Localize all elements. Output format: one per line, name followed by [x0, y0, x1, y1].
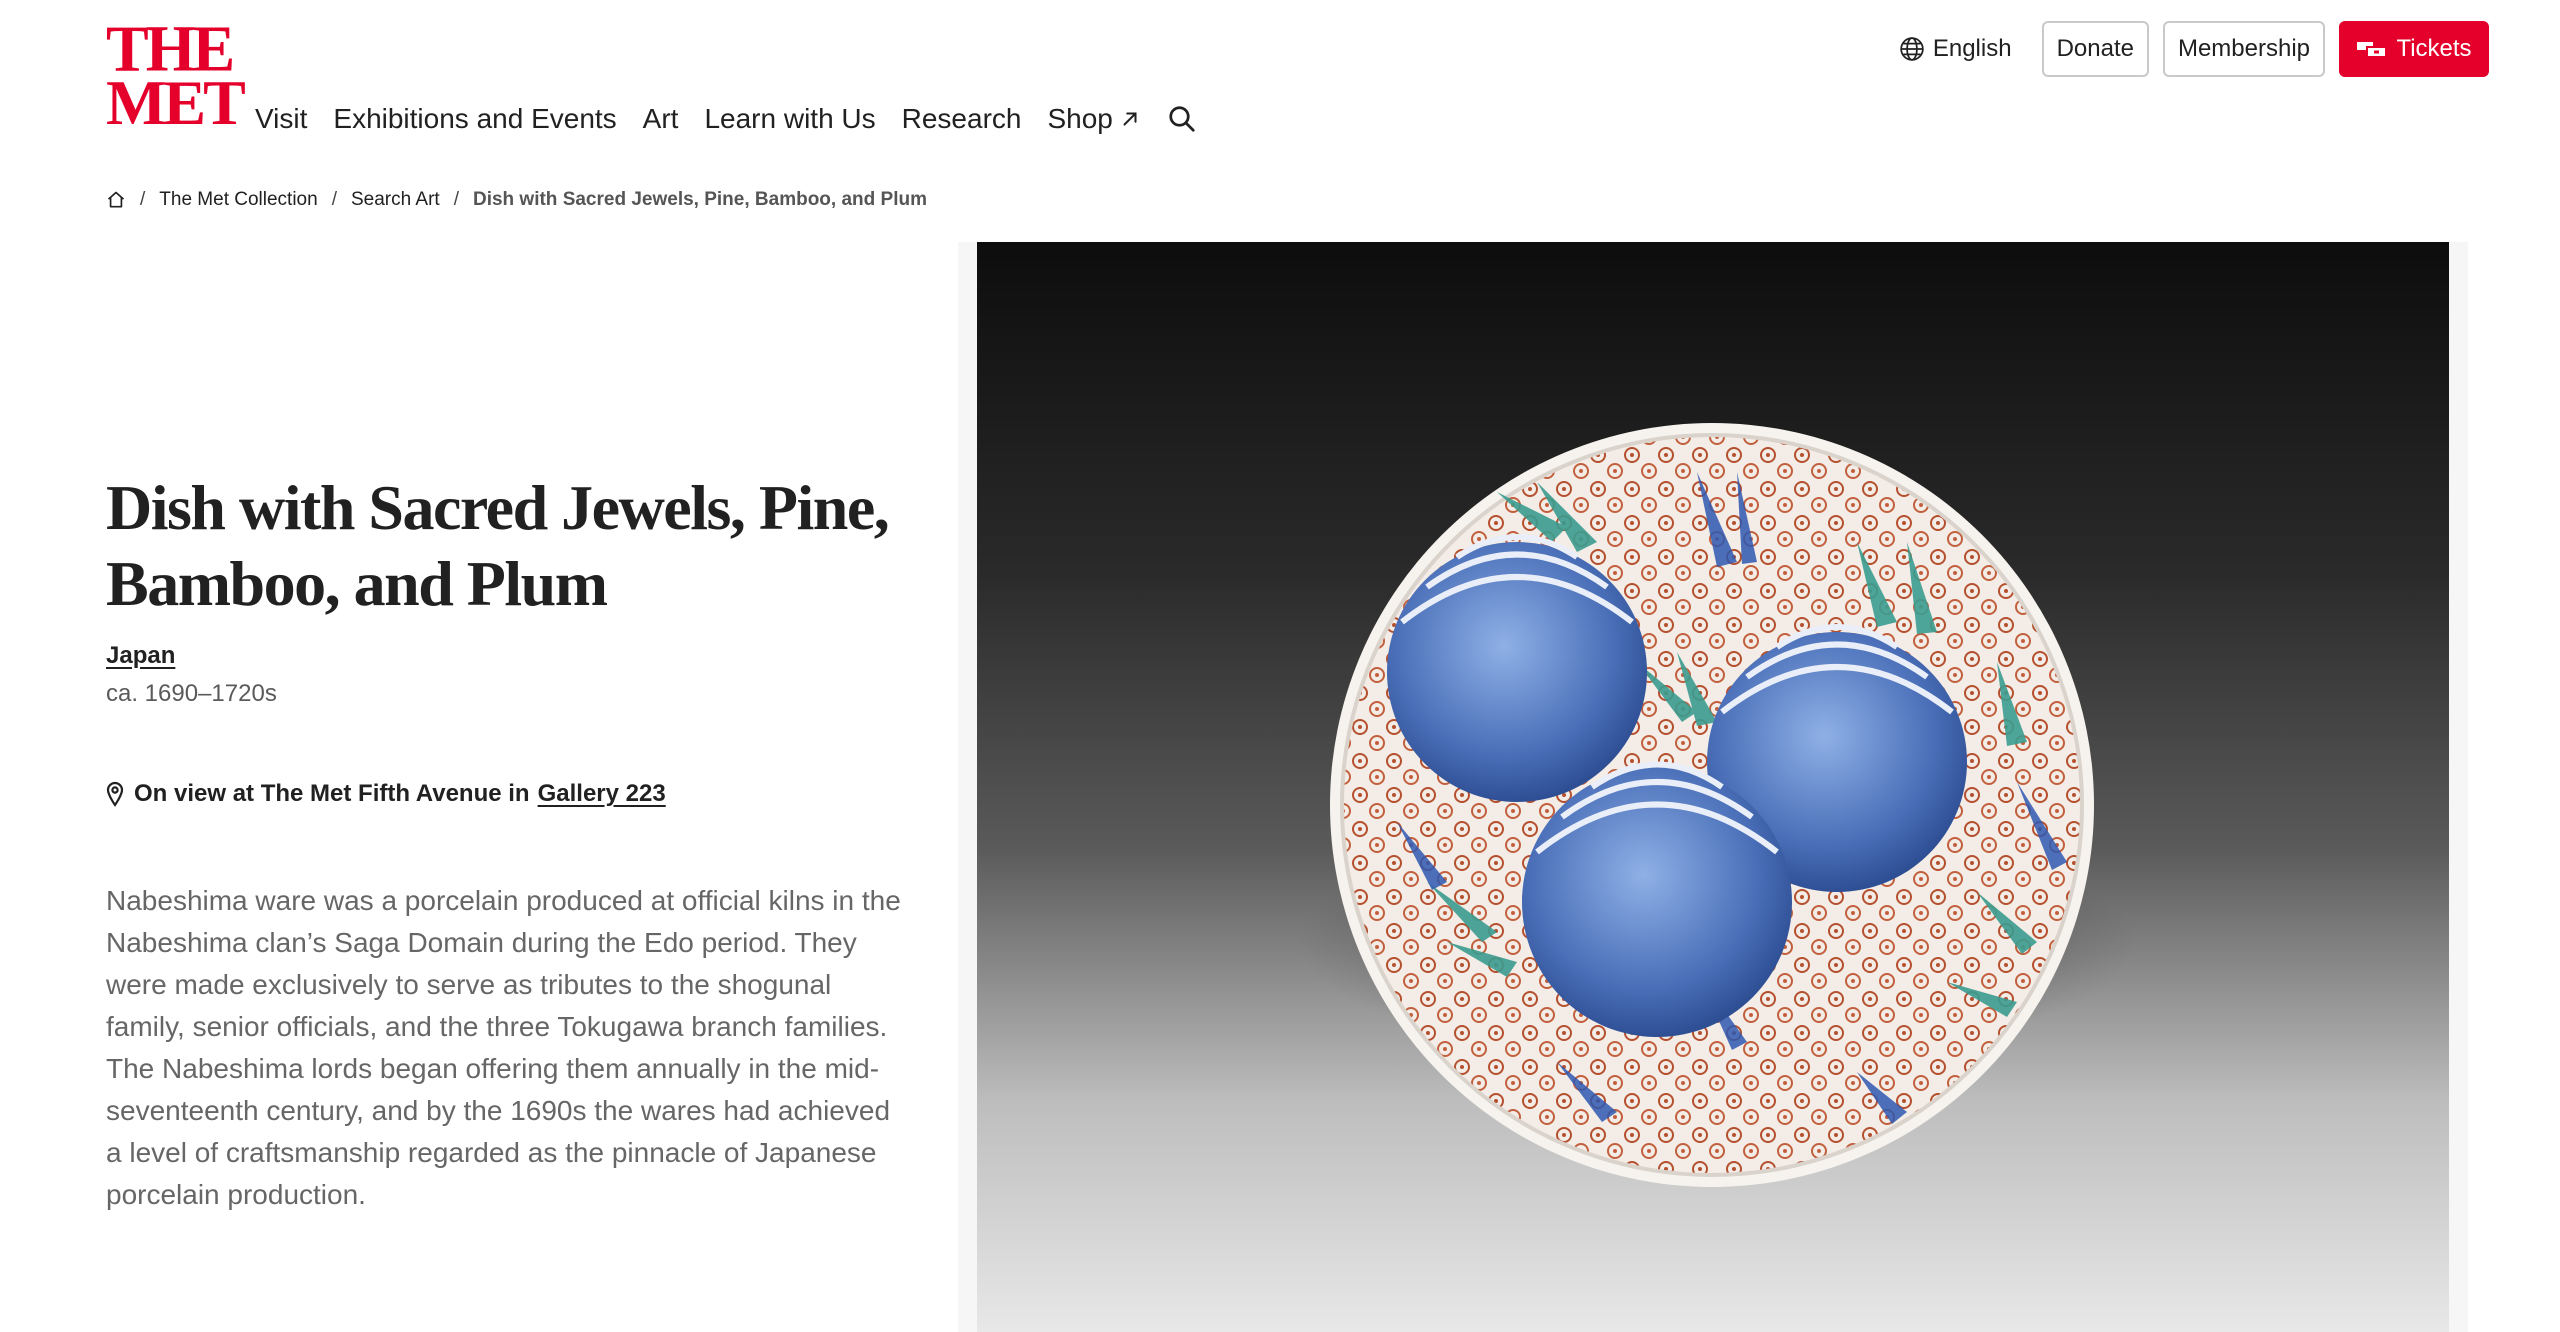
breadcrumb-separator: / — [140, 189, 146, 210]
nav-exhibitions-and-events[interactable]: Exhibitions and Events — [333, 103, 616, 135]
breadcrumb-the-met-collection[interactable]: The Met Collection — [159, 189, 317, 211]
location-pin-icon — [106, 781, 124, 807]
breadcrumb-separator: / — [331, 189, 337, 210]
nav-visit[interactable]: Visit — [255, 103, 307, 135]
page: THE MET Visit Exhibitions and Events Art… — [0, 0, 2560, 1332]
language-label: English — [1932, 35, 2012, 62]
search-icon — [1169, 106, 1195, 132]
nav-shop[interactable]: Shop — [1047, 103, 1140, 135]
met-logo[interactable]: THE MET — [106, 12, 246, 135]
artwork-description: Nabeshima ware was a porcelain produced … — [106, 885, 901, 1210]
nav-shop-label: Shop — [1047, 103, 1113, 134]
nav-learn-with-us[interactable]: Learn with Us — [704, 103, 875, 135]
breadcrumb-separator: / — [453, 189, 459, 210]
on-view-text: On view at The Met Fifth Avenue in — [134, 780, 530, 807]
language-selector[interactable]: English — [1899, 35, 2012, 63]
artwork-culture-link[interactable]: Japan — [106, 642, 175, 670]
ticket-icon — [2357, 42, 2386, 56]
donate-button[interactable]: Donate — [2041, 21, 2149, 77]
breadcrumb-search-art[interactable]: Search Art — [351, 189, 440, 211]
logo-line-1: THE — [106, 12, 235, 85]
utility-nav: English Donate Membership Tickets — [1899, 21, 2489, 77]
nav-research[interactable]: Research — [902, 103, 1022, 135]
breadcrumb: / The Met Collection / Search Art / Dish… — [106, 186, 927, 214]
artwork-date: ca. 1690–1720s — [106, 680, 277, 707]
nav-art[interactable]: Art — [643, 103, 679, 135]
membership-button[interactable]: Membership — [2162, 21, 2325, 77]
artwork-image[interactable] — [977, 242, 2449, 1332]
artwork-title: Dish with Sacred Jewels, Pine, Bamboo, a… — [106, 472, 890, 619]
main-nav: Visit Exhibitions and Events Art Learn w… — [255, 98, 1199, 140]
dish-illustration — [1297, 423, 2137, 1187]
external-link-icon — [1123, 112, 1137, 126]
globe-icon — [1900, 37, 1924, 61]
search-button[interactable] — [1165, 102, 1199, 136]
home-icon[interactable] — [106, 190, 126, 210]
breadcrumb-current: Dish with Sacred Jewels, Pine, Bamboo, a… — [472, 189, 927, 210]
tickets-label: Tickets — [2396, 35, 2472, 62]
gallery-link[interactable]: Gallery 223 — [538, 780, 666, 808]
on-view-location: On view at The Met Fifth Avenue in Galle… — [106, 780, 666, 808]
tickets-button[interactable]: Tickets — [2339, 21, 2489, 77]
